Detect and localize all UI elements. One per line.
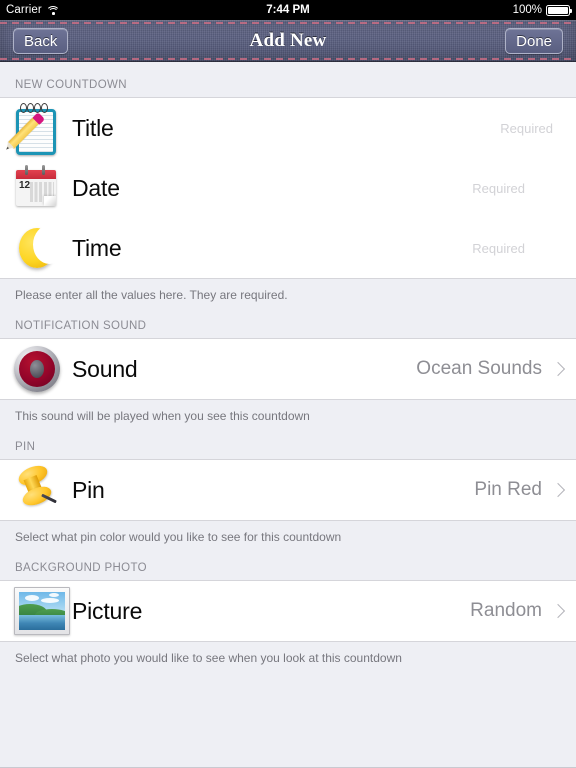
- row-sound-label: Sound: [72, 355, 138, 382]
- row-time-label: Time: [72, 234, 122, 261]
- done-button[interactable]: Done: [505, 28, 563, 54]
- nav-top-edge: [0, 20, 576, 21]
- row-picture-icon-slot: [14, 585, 72, 637]
- section-header-background-photo: BACKGROUND PHOTO: [0, 545, 576, 580]
- pin-value: Pin Red: [474, 479, 542, 500]
- chevron-right-icon: [550, 482, 566, 498]
- battery-full-icon: [546, 4, 573, 16]
- time-input[interactable]: Required: [472, 241, 525, 256]
- row-picture[interactable]: Picture Random: [0, 581, 576, 641]
- calendar-icon: 12: [14, 164, 62, 212]
- row-title-label: Title: [72, 114, 114, 141]
- section-header-pin: PIN: [0, 424, 576, 459]
- date-input[interactable]: Required: [472, 181, 525, 196]
- title-input[interactable]: Required: [500, 121, 553, 136]
- section-footer-notification-sound: This sound will be played when you see t…: [0, 400, 576, 424]
- row-sound-icon-slot: [14, 344, 72, 394]
- app-screen: Carrier 7:44 PM 100% Back Add New Done N…: [0, 0, 576, 768]
- section-footer-background-photo: Select what photo you would like to see …: [0, 642, 576, 666]
- row-date-label: Date: [72, 174, 120, 201]
- settings-list: NEW COUNTDOWN Title Required 12 Date Req…: [0, 62, 576, 768]
- row-pin[interactable]: Pin Pin Red: [0, 460, 576, 520]
- row-date-icon-slot: 12: [14, 164, 72, 212]
- section-header-notification-sound: NOTIFICATION SOUND: [0, 303, 576, 338]
- section-footer-pin: Select what pin color would you like to …: [0, 521, 576, 545]
- nav-stitch-bottom: [0, 58, 576, 60]
- nav-stitch-top: [0, 22, 576, 24]
- row-time[interactable]: Time Required: [0, 218, 576, 278]
- memo-pencil-icon: [3, 103, 60, 155]
- navigation-bar: Back Add New Done: [0, 20, 576, 62]
- chevron-right-icon: [550, 603, 566, 619]
- row-pin-icon-slot: [14, 461, 72, 516]
- section-group-background-photo: Picture Random: [0, 580, 576, 642]
- page-title: Add New: [249, 30, 327, 51]
- section-footer-new-countdown: Please enter all the values here. They a…: [0, 279, 576, 303]
- row-date[interactable]: 12 Date Required: [0, 158, 576, 218]
- row-time-icon-slot: [14, 224, 72, 272]
- row-picture-label: Picture: [72, 597, 143, 624]
- row-title-icon-slot: [3, 103, 72, 155]
- status-bar-clock: 7:44 PM: [266, 4, 310, 16]
- picture-value: Random: [470, 600, 542, 621]
- section-group-new-countdown: Title Required 12 Date Required Time Req…: [0, 97, 576, 279]
- crescent-moon-icon: [14, 224, 66, 272]
- framed-picture-icon: [14, 585, 72, 637]
- row-title[interactable]: Title Required: [0, 98, 576, 158]
- chevron-right-icon: [550, 361, 566, 377]
- speaker-icon: [14, 344, 72, 394]
- sound-value: Ocean Sounds: [416, 358, 542, 379]
- status-bar: Carrier 7:44 PM 100%: [0, 0, 576, 20]
- row-sound[interactable]: Sound Ocean Sounds: [0, 339, 576, 399]
- row-pin-label: Pin: [72, 476, 105, 503]
- pushpin-icon: [14, 461, 70, 516]
- nav-bottom-edge: [0, 61, 576, 62]
- section-group-notification-sound: Sound Ocean Sounds: [0, 338, 576, 400]
- section-header-new-countdown: NEW COUNTDOWN: [0, 62, 576, 97]
- back-button[interactable]: Back: [13, 28, 69, 54]
- section-group-pin: Pin Pin Red: [0, 459, 576, 521]
